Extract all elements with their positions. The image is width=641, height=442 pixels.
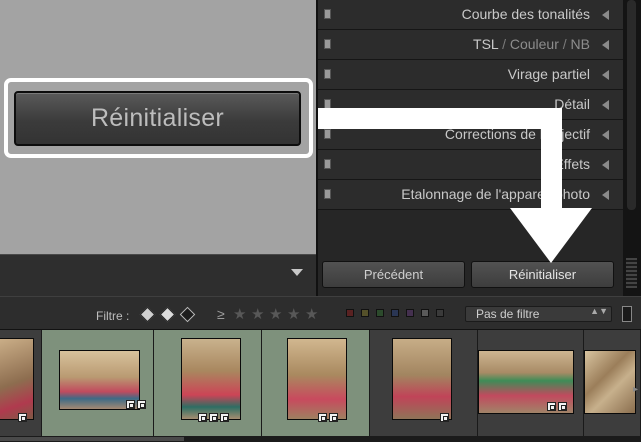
panel-label: Virage partiel [507,66,590,82]
badge-group [440,413,449,422]
flag-filter[interactable] [139,306,202,323]
star-icon[interactable]: ★ [269,305,282,323]
film-cell[interactable] [154,330,262,436]
panel-header-camera-calibration[interactable]: Etalonnage de l'appareil photo [318,180,623,210]
triangle-left-icon [602,190,609,200]
stack-badge-icon [318,413,327,422]
stack-badge-icon [547,402,556,411]
develop-edit-badge-icon [18,413,27,422]
color-label-blue[interactable] [391,309,399,317]
stack-badge-icon [126,400,135,409]
badge-group [318,413,338,422]
stack-badge-icon [198,413,207,422]
triangle-left-icon [602,130,609,140]
develop-edit-badge-icon [137,400,146,409]
filter-label: Filtre : [96,309,130,323]
photo-thumbnail[interactable] [584,350,636,414]
filmstrip-scrollbar[interactable] [0,436,641,442]
color-label-red[interactable] [346,309,354,317]
badge-group [198,413,229,422]
color-label-yellow[interactable] [361,309,369,317]
film-cell[interactable] [370,330,478,436]
triangle-left-icon [602,160,609,170]
star-icon[interactable]: ★ [251,305,264,323]
triangle-left-icon [602,100,609,110]
panel-header-tone-curve[interactable]: Courbe des tonalités [318,0,623,30]
develop-edit-badge-icon [329,413,338,422]
develop-edit-badge-icon [440,413,449,422]
filmstrip-next-icon[interactable]: ▸ [633,384,638,395]
filter-preset-value: Pas de filtre [476,307,540,321]
panel-switch-icon[interactable] [324,189,331,199]
filmstrip-scroll-thumb[interactable] [0,437,184,441]
photo-thumbnail[interactable] [287,338,347,420]
panel-label: Courbe des tonalités [461,6,590,22]
tab-tsl[interactable]: TSL [473,36,498,52]
previous-button[interactable]: Précédent [322,261,465,288]
color-label-green[interactable] [376,309,384,317]
color-label-purple[interactable] [406,309,414,317]
film-cell[interactable] [262,330,370,436]
triangle-left-icon [602,70,609,80]
triangle-left-icon [602,40,609,50]
film-cell[interactable] [478,330,584,436]
select-caret-icon: ▲▼ [590,306,608,316]
star-icon[interactable]: ★ [305,305,318,323]
panel-switch-icon[interactable] [324,129,331,139]
panel-scrollbar[interactable] [623,0,641,296]
panel-switch-icon[interactable] [324,39,331,49]
annotation-arrow-head [510,208,592,263]
flag-rejected-icon[interactable] [179,306,196,323]
tab-nb[interactable]: NB [571,36,590,52]
tab-couleur[interactable]: Couleur [510,36,559,52]
panel-header-hsl[interactable]: TSL / Couleur / NB [318,30,623,60]
photo-thumbnail[interactable] [0,338,34,420]
color-label-other[interactable] [421,309,429,317]
filter-lock-icon[interactable] [622,306,632,322]
panel-label: TSL / Couleur / NB [473,36,590,52]
photo-thumbnail[interactable] [181,338,241,420]
chevron-down-icon[interactable] [291,269,303,276]
badge-group [18,413,27,422]
star-icon[interactable]: ★ [287,305,300,323]
panel-switch-icon[interactable] [324,69,331,79]
filter-preset-select[interactable]: Pas de filtre ▲▼ [465,306,612,322]
flag-picked-icon[interactable] [139,306,156,323]
develop-edit-badge-icon [220,413,229,422]
zoomed-reset-button[interactable]: Réinitialiser [14,91,301,146]
develop-edit-badge-icon [558,402,567,411]
separator: / [502,36,506,52]
panel-switch-icon[interactable] [324,159,331,169]
scrollbar-thumb[interactable] [627,0,636,210]
film-cell[interactable] [584,330,641,436]
color-label-none[interactable] [436,309,444,317]
film-cell[interactable] [0,330,42,436]
flag-unflagged-icon[interactable] [159,306,176,323]
badge-group [547,402,567,411]
annotation-arrow-shaft-vertical [541,108,562,216]
zoomed-bottom-bar [0,254,316,296]
panel-switch-icon[interactable] [324,9,331,19]
crop-badge-icon [209,413,218,422]
filmstrip [0,330,641,436]
separator: / [562,36,567,52]
triangle-left-icon [602,10,609,20]
resize-grip-icon[interactable] [626,258,637,288]
rating-operator[interactable]: ≥ [217,306,225,322]
reset-button[interactable]: Réinitialiser [471,261,614,288]
badge-group [126,400,146,409]
filmstrip-filter-bar: Filtre : ≥ ★ ★ ★ ★ ★ Pas de filtre ▲▼ [0,296,641,330]
film-cell[interactable] [42,330,154,436]
annotation-arrow-shaft [318,108,562,129]
panel-header-effects[interactable]: Effets [318,150,623,180]
panel-header-split-toning[interactable]: Virage partiel [318,60,623,90]
star-icon[interactable]: ★ [233,305,246,323]
photo-thumbnail[interactable] [392,338,452,420]
